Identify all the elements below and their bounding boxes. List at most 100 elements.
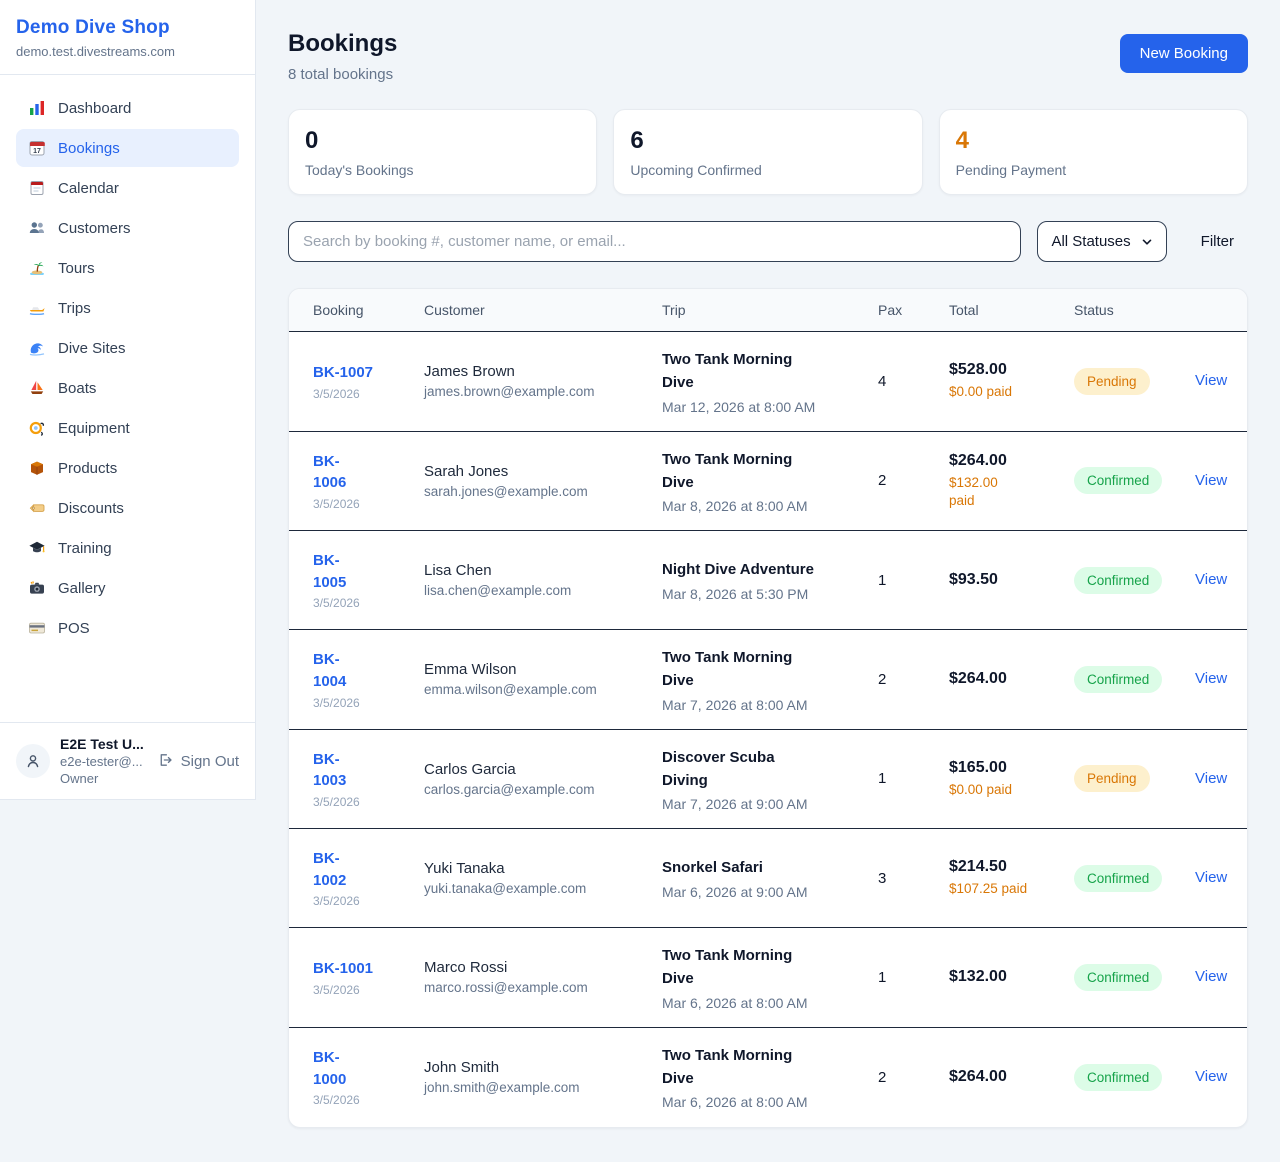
sidebar-item-equipment[interactable]: Equipment xyxy=(16,409,239,447)
sidebar-item-training[interactable]: Training xyxy=(16,529,239,567)
sidebar-item-calendar[interactable]: Calendar xyxy=(16,169,239,207)
table-row: BK-1001 3/5/2026 Marco Rossi marco.rossi… xyxy=(289,928,1247,1028)
trip-name: Night Dive Adventure xyxy=(662,558,878,581)
total-cell: $528.00 $0.00 paid xyxy=(949,361,1074,401)
user-name: E2E Test U... xyxy=(60,736,144,752)
sidebar-item-customers[interactable]: Customers xyxy=(16,209,239,247)
trip-cell: Night Dive Adventure Mar 8, 2026 at 5:30… xyxy=(662,558,878,601)
table-row: BK-1005 3/5/2026 Lisa Chen lisa.chen@exa… xyxy=(289,531,1247,630)
actions-cell: View xyxy=(1195,968,1227,986)
trip-time: Mar 8, 2026 at 8:00 AM xyxy=(662,498,878,514)
table-row: BK-1007 3/5/2026 James Brown james.brown… xyxy=(289,332,1247,432)
total-cell: $132.00 xyxy=(949,968,1074,986)
table-row: BK-1006 3/5/2026 Sarah Jones sarah.jones… xyxy=(289,432,1247,532)
trip-name: Two Tank Morning Dive xyxy=(662,944,794,991)
sidebar-item-label: Dive Sites xyxy=(58,340,126,357)
customer-name: James Brown xyxy=(424,363,662,380)
amount-paid: $107.25 paid xyxy=(949,880,1074,898)
actions-cell: View xyxy=(1195,1068,1227,1086)
sidebar-item-boats[interactable]: Boats xyxy=(16,369,239,407)
sidebar-item-label: POS xyxy=(58,620,90,637)
stat-card-pending-payment: 4 Pending Payment xyxy=(939,109,1248,195)
table-row: BK-1002 3/5/2026 Yuki Tanaka yuki.tanaka… xyxy=(289,829,1247,928)
customer-cell: Carlos Garcia carlos.garcia@example.com xyxy=(424,761,662,797)
sidebar-item-discounts[interactable]: Discounts xyxy=(16,489,239,527)
sidebar-item-products[interactable]: Products xyxy=(16,449,239,487)
sidebar-item-bookings[interactable]: 17 Bookings xyxy=(16,129,239,167)
view-link[interactable]: View xyxy=(1195,670,1227,687)
brand-block[interactable]: Demo Dive Shop demo.test.divestreams.com xyxy=(0,0,255,75)
sidebar-item-label: Boats xyxy=(58,380,96,397)
bar-chart-icon xyxy=(28,99,46,117)
stat-value: 6 xyxy=(630,127,905,155)
column-header-booking: Booking xyxy=(313,302,424,318)
view-link[interactable]: View xyxy=(1195,770,1227,787)
stat-label: Pending Payment xyxy=(956,162,1231,178)
booking-id-link[interactable]: BK-1001 xyxy=(313,958,373,980)
booking-id-link[interactable]: BK-1005 xyxy=(313,550,359,594)
booking-id-link[interactable]: BK-1004 xyxy=(313,649,359,693)
total-amount: $165.00 xyxy=(949,759,1074,777)
sign-out-icon xyxy=(157,752,175,770)
sidebar-item-tours[interactable]: Tours xyxy=(16,249,239,287)
users-icon xyxy=(28,219,46,237)
calendar-date-icon: 17 xyxy=(28,139,46,157)
booking-id-link[interactable]: BK-1007 xyxy=(313,362,373,384)
sidebar-item-label: Products xyxy=(58,460,117,477)
sidebar-item-trips[interactable]: Trips xyxy=(16,289,239,327)
booking-id-link[interactable]: BK-1003 xyxy=(313,749,359,793)
sidebar-nav: Dashboard 17 Bookings Calendar Customers… xyxy=(0,75,255,722)
island-icon xyxy=(28,259,46,277)
customer-name: Yuki Tanaka xyxy=(424,860,662,877)
table-row: BK-1000 3/5/2026 John Smith john.smith@e… xyxy=(289,1028,1247,1127)
user-email: e2e-tester@... xyxy=(60,754,144,769)
new-booking-button[interactable]: New Booking xyxy=(1120,34,1248,73)
sidebar-item-pos[interactable]: POS xyxy=(16,609,239,647)
trip-time: Mar 12, 2026 at 8:00 AM xyxy=(662,399,878,415)
total-cell: $165.00 $0.00 paid xyxy=(949,759,1074,799)
page-header-text: Bookings 8 total bookings xyxy=(288,30,397,83)
trip-time: Mar 6, 2026 at 8:00 AM xyxy=(662,995,878,1011)
customer-email: james.brown@example.com xyxy=(424,384,662,399)
brand-title: Demo Dive Shop xyxy=(16,17,239,39)
customer-name: Carlos Garcia xyxy=(424,761,662,778)
view-link[interactable]: View xyxy=(1195,571,1227,588)
status-badge: Pending xyxy=(1074,368,1150,395)
view-link[interactable]: View xyxy=(1195,372,1227,389)
view-link[interactable]: View xyxy=(1195,968,1227,985)
customer-name: Lisa Chen xyxy=(424,562,662,579)
stat-label: Upcoming Confirmed xyxy=(630,162,905,178)
bookings-table: Booking Customer Trip Pax Total Status B… xyxy=(288,288,1248,1128)
view-link[interactable]: View xyxy=(1195,869,1227,886)
filter-button[interactable]: Filter xyxy=(1187,225,1248,258)
status-badge: Confirmed xyxy=(1074,467,1162,494)
sidebar-item-gallery[interactable]: Gallery xyxy=(16,569,239,607)
booking-date: 3/5/2026 xyxy=(313,795,424,809)
booking-id-link[interactable]: BK-1006 xyxy=(313,451,359,495)
avatar xyxy=(16,744,50,778)
status-select[interactable]: All Statuses xyxy=(1037,221,1166,262)
sidebar-item-dive-sites[interactable]: Dive Sites xyxy=(16,329,239,367)
trip-time: Mar 6, 2026 at 8:00 AM xyxy=(662,1094,878,1110)
amount-paid: $132.00 paid xyxy=(949,474,1007,510)
status-badge: Confirmed xyxy=(1074,666,1162,693)
sign-out-label: Sign Out xyxy=(181,753,239,770)
view-link[interactable]: View xyxy=(1195,1068,1227,1085)
booking-id-link[interactable]: BK-1002 xyxy=(313,848,359,892)
sign-out-button[interactable]: Sign Out xyxy=(157,752,239,770)
stat-card-upcoming-confirmed: 6 Upcoming Confirmed xyxy=(613,109,922,195)
page-header: Bookings 8 total bookings New Booking xyxy=(288,30,1248,83)
sidebar-item-label: Discounts xyxy=(58,500,124,517)
status-badge: Confirmed xyxy=(1074,865,1162,892)
booking-id-link[interactable]: BK-1000 xyxy=(313,1047,359,1091)
booking-cell: BK-1006 3/5/2026 xyxy=(313,451,424,512)
booking-cell: BK-1003 3/5/2026 xyxy=(313,749,424,810)
customer-email: lisa.chen@example.com xyxy=(424,583,662,598)
search-input[interactable] xyxy=(288,221,1021,262)
customer-email: emma.wilson@example.com xyxy=(424,682,662,697)
customer-name: John Smith xyxy=(424,1059,662,1076)
brand-domain: demo.test.divestreams.com xyxy=(16,44,239,59)
trip-cell: Snorkel Safari Mar 6, 2026 at 9:00 AM xyxy=(662,856,878,899)
view-link[interactable]: View xyxy=(1195,472,1227,489)
sidebar-item-dashboard[interactable]: Dashboard xyxy=(16,89,239,127)
